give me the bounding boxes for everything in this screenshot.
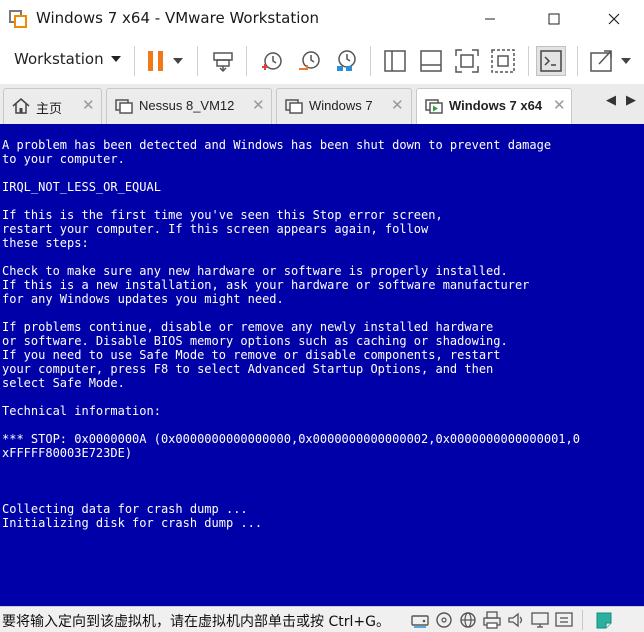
vm-running-icon xyxy=(425,99,443,114)
power-dropdown-button[interactable] xyxy=(168,46,188,76)
send-ctrl-alt-del-button[interactable] xyxy=(208,46,238,76)
tab-label: 主页 xyxy=(36,101,63,116)
show-library-icon xyxy=(384,50,406,72)
stretch-dropdown-button[interactable] xyxy=(618,46,634,76)
vmware-logo-icon xyxy=(9,10,27,28)
status-bar: 要将输入定向到该虚拟机，请在虚拟机内部单击或按 Ctrl+G。 xyxy=(0,606,644,632)
stretch-mode-icon[interactable] xyxy=(554,610,574,630)
toolbar-separator xyxy=(246,46,247,76)
tab-home[interactable]: 主页 ✕ xyxy=(3,88,102,124)
workstation-menu[interactable]: Workstation xyxy=(14,50,121,68)
sound-card-icon[interactable] xyxy=(506,610,526,630)
tab-close-icon[interactable]: ✕ xyxy=(553,98,566,113)
tab-nessus[interactable]: Nessus 8_VM12 ✕ xyxy=(106,88,272,124)
dropdown-arrow-icon xyxy=(173,58,183,64)
pause-button[interactable] xyxy=(141,46,171,76)
close-icon xyxy=(608,13,620,25)
send-ctrl-alt-del-icon xyxy=(213,52,233,73)
window-title: Windows 7 x64 - VMware Workstation xyxy=(36,9,320,27)
printer-icon[interactable] xyxy=(482,610,502,630)
thumbnail-bar-button[interactable] xyxy=(416,46,446,76)
snapshot-manager-button[interactable] xyxy=(331,46,361,76)
take-snapshot-button[interactable] xyxy=(257,46,287,76)
unity-icon xyxy=(491,49,515,73)
stretch-icon xyxy=(590,50,612,72)
toolbar: Workstation xyxy=(0,38,644,84)
console-view-button[interactable] xyxy=(536,46,566,76)
toolbar-separator xyxy=(134,46,135,76)
unity-button[interactable] xyxy=(488,46,518,76)
toolbar-separator xyxy=(370,46,371,76)
snapshot-icon xyxy=(262,52,282,70)
tab-label: Nessus 8_VM12 xyxy=(139,98,235,113)
minimize-icon xyxy=(485,18,495,20)
console-view-icon xyxy=(540,50,562,72)
dropdown-arrow-icon xyxy=(621,58,631,64)
tab-windows-7-x64[interactable]: Windows 7 x64 ✕ xyxy=(416,88,572,125)
stretch-button[interactable] xyxy=(587,46,617,76)
maximize-button[interactable] xyxy=(532,4,576,34)
thumbnail-bar-icon xyxy=(420,50,442,72)
pause-icon xyxy=(148,51,163,71)
tab-scroll-right-icon[interactable]: ▶ xyxy=(626,93,636,108)
maximize-icon xyxy=(548,13,560,25)
tab-windows-7[interactable]: Windows 7 ✕ xyxy=(276,88,412,124)
revert-snapshot-icon xyxy=(299,51,320,70)
minimize-button[interactable] xyxy=(468,4,512,34)
revert-snapshot-button[interactable] xyxy=(294,46,324,76)
show-library-button[interactable] xyxy=(380,46,410,76)
home-icon xyxy=(12,98,30,114)
cd-drive-icon[interactable] xyxy=(434,610,454,630)
vm-console-screen[interactable]: A problem has been detected and Windows … xyxy=(0,124,644,606)
tab-label: Windows 7 x64 xyxy=(449,98,543,113)
close-button[interactable] xyxy=(592,4,636,34)
dropdown-arrow-icon xyxy=(110,56,121,62)
hard-disk-icon[interactable] xyxy=(410,610,430,630)
title-bar: Windows 7 x64 - VMware Workstation xyxy=(0,0,644,38)
tab-close-icon[interactable]: ✕ xyxy=(391,98,404,113)
network-adapter-icon[interactable] xyxy=(458,610,478,630)
message-log-icon[interactable] xyxy=(594,610,614,630)
bsod-text: A problem has been detected and Windows … xyxy=(2,138,580,530)
toolbar-separator xyxy=(528,46,529,76)
tab-close-icon[interactable]: ✕ xyxy=(82,98,95,113)
workstation-menu-label: Workstation xyxy=(14,50,104,68)
full-screen-button[interactable] xyxy=(452,46,482,76)
tab-scroll-left-icon[interactable]: ◀ xyxy=(606,93,616,108)
tab-label: Windows 7 xyxy=(309,98,373,113)
toolbar-separator xyxy=(577,46,578,76)
vm-icon xyxy=(115,99,133,114)
status-separator xyxy=(582,610,583,630)
full-screen-icon xyxy=(455,49,479,73)
display-icon[interactable] xyxy=(530,610,550,630)
toolbar-separator xyxy=(197,46,198,76)
tab-bar: 主页 ✕ Nessus 8_VM12 ✕ Windows 7 ✕ Windows… xyxy=(0,84,644,125)
vm-icon xyxy=(285,99,303,114)
snapshot-manager-icon xyxy=(337,50,356,71)
status-message: 要将输入定向到该虚拟机，请在虚拟机内部单击或按 Ctrl+G。 xyxy=(2,614,390,630)
tab-close-icon[interactable]: ✕ xyxy=(252,98,265,113)
